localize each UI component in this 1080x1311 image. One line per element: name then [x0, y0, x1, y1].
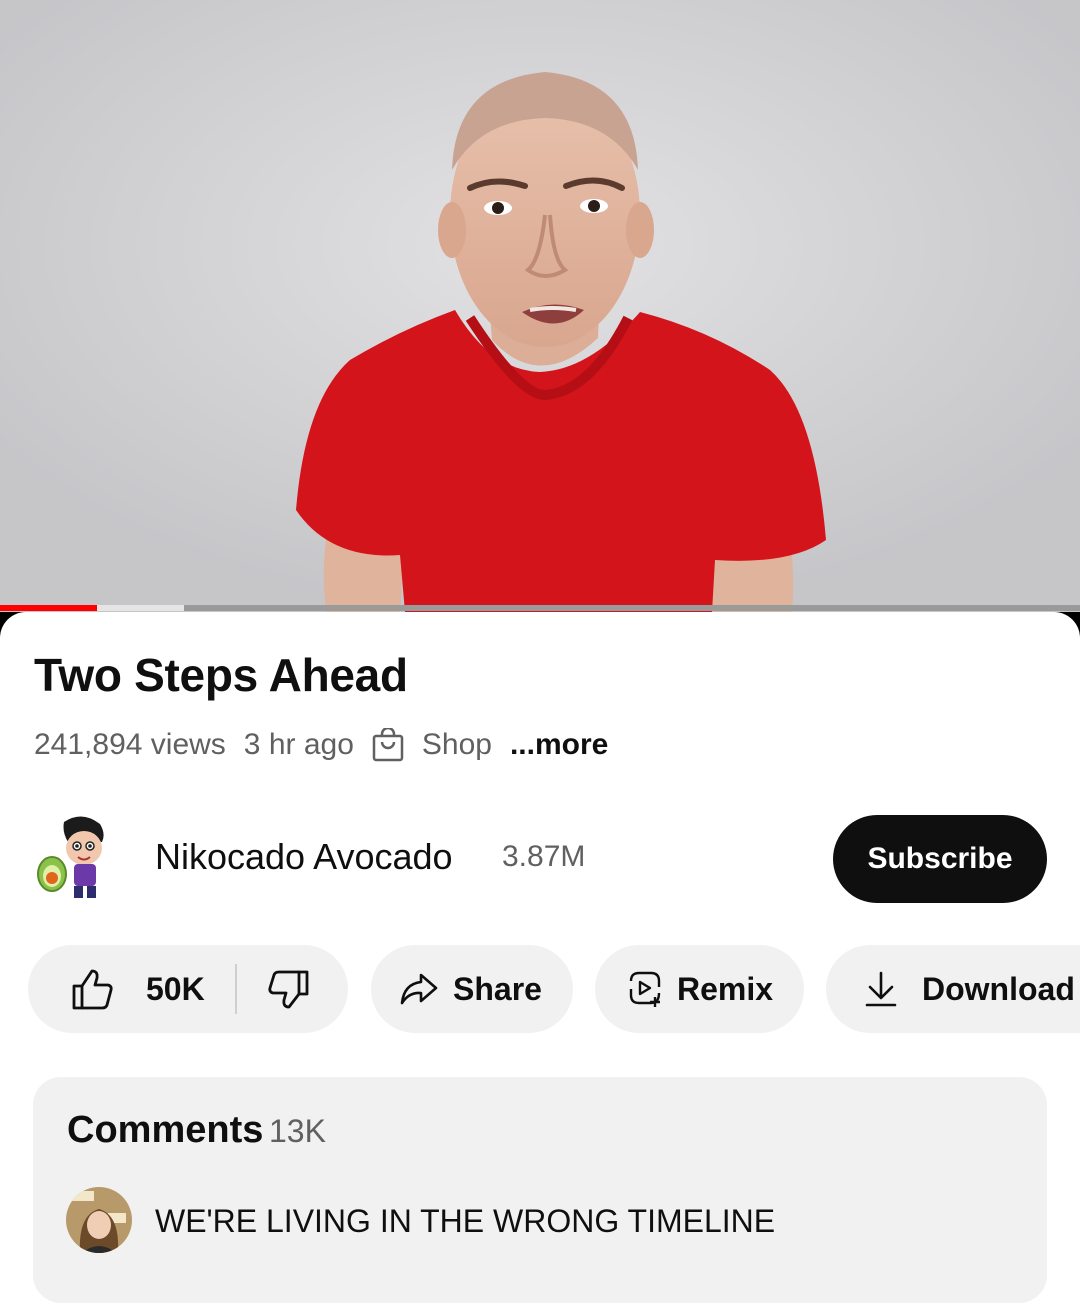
video-title: Two Steps Ahead	[34, 649, 408, 701]
remix-icon	[629, 971, 661, 1007]
share-arrow-icon	[400, 973, 438, 1005]
remix-label: Remix	[677, 970, 774, 1007]
download-icon	[865, 971, 897, 1007]
progress-played	[0, 605, 98, 611]
commenter-avatar	[66, 1187, 132, 1253]
comments-card[interactable]: Comments 13K WE'RE LIVING IN THE WRONG T…	[33, 1077, 1047, 1303]
shopping-bag-icon	[372, 728, 404, 762]
channel-row: Nikocado Avocado 3.87M Subscribe	[0, 812, 1080, 906]
download-button[interactable]: Download	[826, 945, 1080, 1033]
video-progress-bar[interactable]	[0, 605, 1080, 611]
share-button[interactable]: Share	[371, 945, 573, 1033]
comments-count: 13K	[269, 1113, 326, 1149]
download-label: Download	[922, 970, 1075, 1007]
thumbs-up-icon	[72, 969, 113, 1010]
like-dislike-pill: 50K	[28, 945, 348, 1033]
shop-link[interactable]: Shop	[422, 728, 492, 762]
channel-name[interactable]: Nikocado Avocado	[155, 836, 453, 878]
remix-button[interactable]: Remix	[595, 945, 804, 1033]
video-meta-row[interactable]: 241,894 views 3 hr ago Shop ...more	[34, 728, 626, 762]
video-frame	[0, 0, 1080, 612]
top-comment-text: WE'RE LIVING IN THE WRONG TIMELINE	[155, 1203, 776, 1239]
view-count: 241,894 views	[34, 728, 226, 761]
subscriber-count: 3.87M	[502, 840, 586, 873]
like-count: 50K	[146, 970, 205, 1007]
dislike-button[interactable]	[267, 968, 311, 1010]
channel-avatar[interactable]	[34, 812, 114, 904]
action-bar: 50K Share Remix Download	[0, 945, 1080, 1033]
upload-time: 3 hr ago	[243, 728, 354, 761]
subscribe-button[interactable]: Subscribe	[833, 815, 1047, 903]
share-label: Share	[453, 970, 542, 1007]
more-link[interactable]: ...more	[510, 728, 608, 762]
thumbs-down-icon	[268, 970, 309, 1009]
comments-heading: Comments	[67, 1109, 264, 1151]
like-button[interactable]: 50K	[28, 968, 205, 1010]
video-player[interactable]	[0, 0, 1080, 612]
pill-divider	[234, 964, 237, 1014]
